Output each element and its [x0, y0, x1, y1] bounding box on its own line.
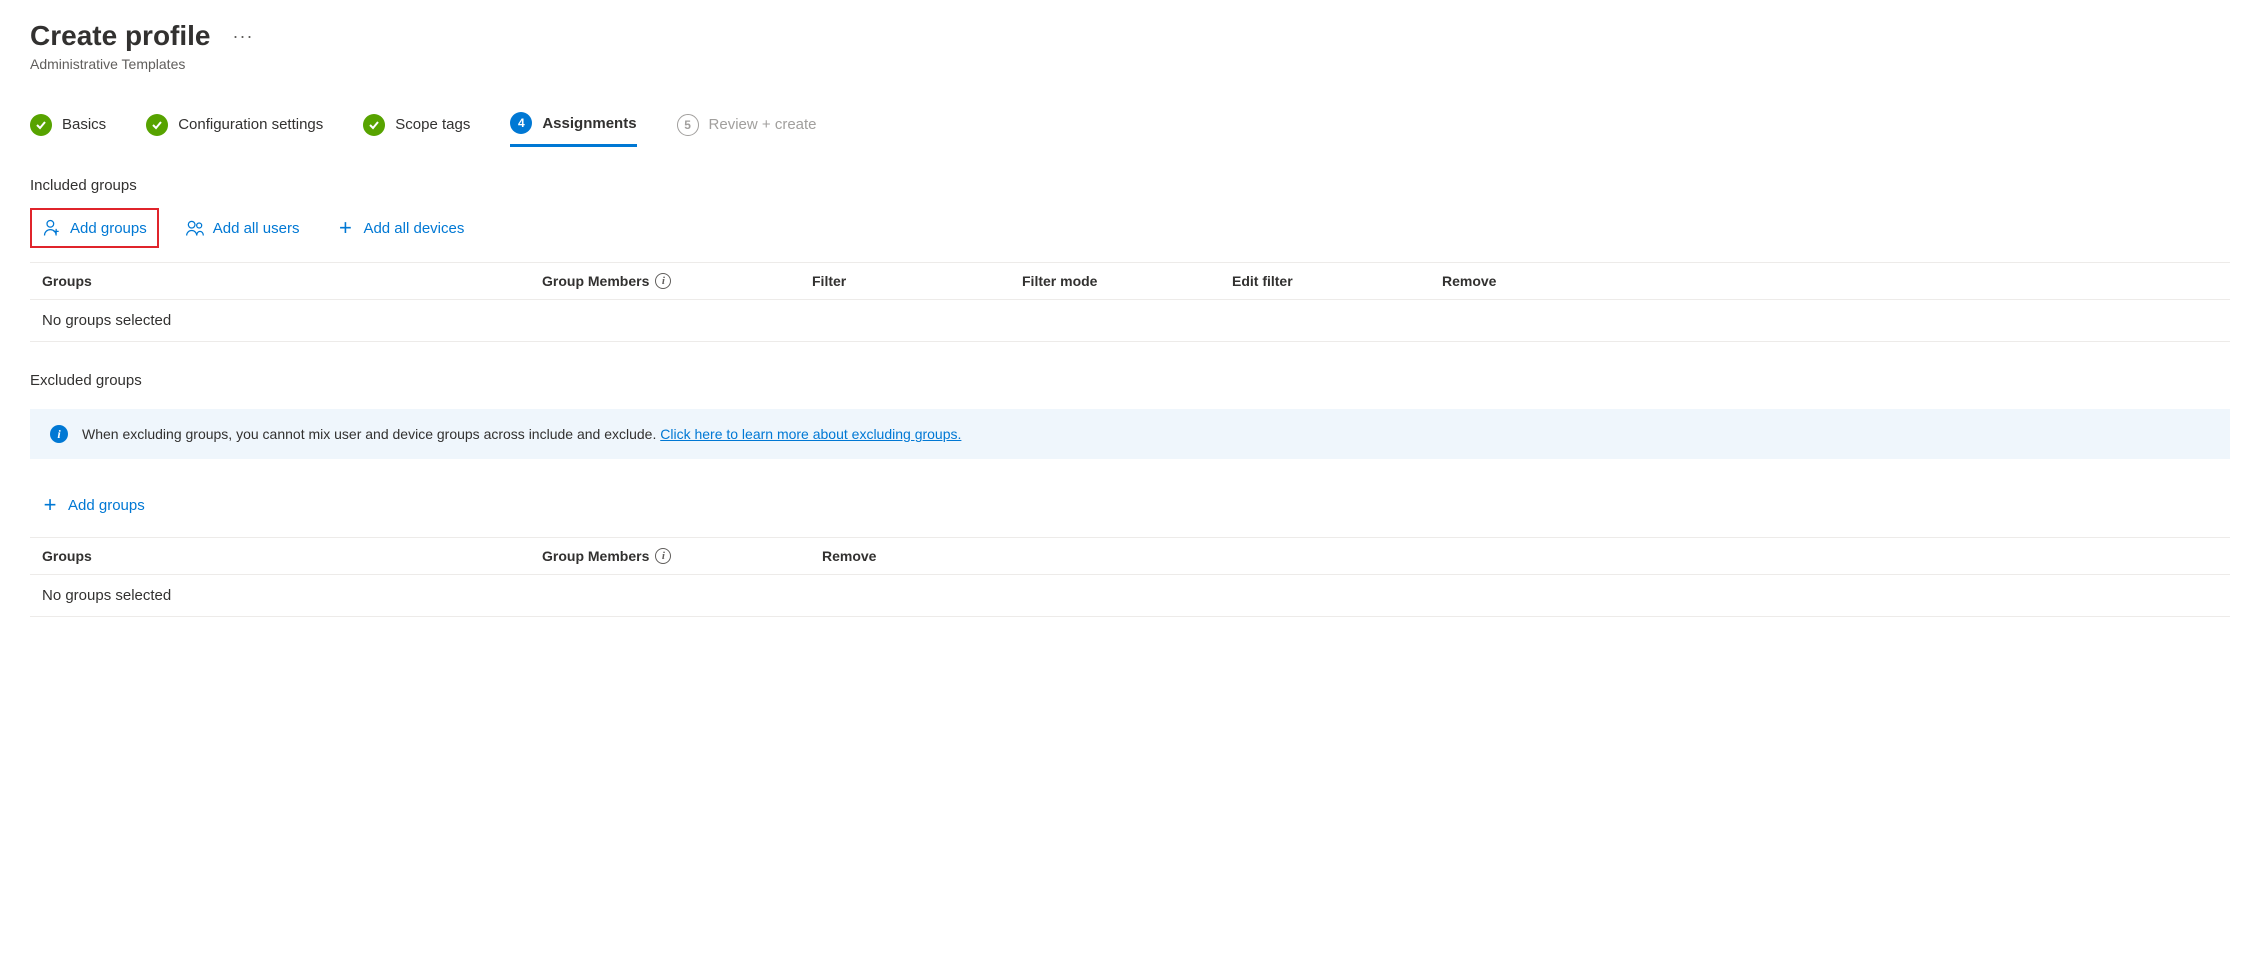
col-label: Group Members	[542, 548, 649, 564]
step-label: Review + create	[709, 116, 817, 133]
info-icon: i	[50, 425, 68, 443]
add-groups-button[interactable]: Add groups	[30, 208, 159, 248]
included-groups-table: Groups Group Members i Filter Filter mod…	[30, 262, 2230, 342]
empty-row: No groups selected	[30, 575, 2230, 616]
included-groups-heading: Included groups	[30, 177, 2230, 194]
step-number-badge: 4	[510, 112, 532, 134]
button-label: Add all devices	[363, 220, 464, 237]
add-all-users-button[interactable]: Add all users	[175, 210, 310, 246]
table-header: Groups Group Members i Remove	[30, 538, 2230, 575]
col-groups: Groups	[42, 273, 542, 289]
person-add-icon	[42, 218, 62, 238]
check-icon	[363, 114, 385, 136]
page-title: Create profile	[30, 20, 211, 52]
more-icon[interactable]: ···	[229, 22, 258, 51]
step-label: Basics	[62, 116, 106, 133]
info-icon[interactable]: i	[655, 273, 671, 289]
excluded-groups-table: Groups Group Members i Remove No groups …	[30, 537, 2230, 617]
button-label: Add groups	[70, 220, 147, 237]
col-edit-filter: Edit filter	[1232, 273, 1442, 289]
step-assignments[interactable]: 4 Assignments	[510, 112, 636, 147]
wizard-steps: Basics Configuration settings Scope tags…	[30, 112, 2230, 147]
info-banner: i When excluding groups, you cannot mix …	[30, 409, 2230, 459]
excluded-actions: + Add groups	[30, 487, 2230, 523]
col-filter: Filter	[812, 273, 1022, 289]
info-icon[interactable]: i	[655, 548, 671, 564]
check-icon	[146, 114, 168, 136]
step-config-settings[interactable]: Configuration settings	[146, 112, 323, 147]
button-label: Add all users	[213, 220, 300, 237]
col-remove: Remove	[1442, 273, 2218, 289]
plus-icon: +	[40, 495, 60, 515]
col-label: Group Members	[542, 273, 649, 289]
button-label: Add groups	[68, 497, 145, 514]
excluded-groups-heading: Excluded groups	[30, 372, 2230, 389]
add-all-devices-button[interactable]: + Add all devices	[325, 210, 474, 246]
page-subtitle: Administrative Templates	[30, 56, 2230, 72]
step-number-badge: 5	[677, 114, 699, 136]
step-label: Scope tags	[395, 116, 470, 133]
step-basics[interactable]: Basics	[30, 112, 106, 147]
included-actions: Add groups Add all users + Add all devic…	[30, 208, 2230, 248]
col-groups: Groups	[42, 548, 542, 564]
step-label: Configuration settings	[178, 116, 323, 133]
col-group-members: Group Members i	[542, 273, 812, 289]
add-groups-excluded-button[interactable]: + Add groups	[30, 487, 155, 523]
col-filter-mode: Filter mode	[1022, 273, 1232, 289]
people-icon	[185, 218, 205, 238]
check-icon	[30, 114, 52, 136]
step-scope-tags[interactable]: Scope tags	[363, 112, 470, 147]
info-banner-text: When excluding groups, you cannot mix us…	[82, 426, 961, 442]
plus-icon: +	[335, 218, 355, 238]
col-remove: Remove	[822, 548, 2218, 564]
col-group-members: Group Members i	[542, 548, 822, 564]
step-review-create[interactable]: 5 Review + create	[677, 112, 817, 147]
table-header: Groups Group Members i Filter Filter mod…	[30, 263, 2230, 300]
empty-row: No groups selected	[30, 300, 2230, 341]
info-text: When excluding groups, you cannot mix us…	[82, 426, 660, 442]
learn-more-link[interactable]: Click here to learn more about excluding…	[660, 426, 961, 442]
step-label: Assignments	[542, 115, 636, 132]
